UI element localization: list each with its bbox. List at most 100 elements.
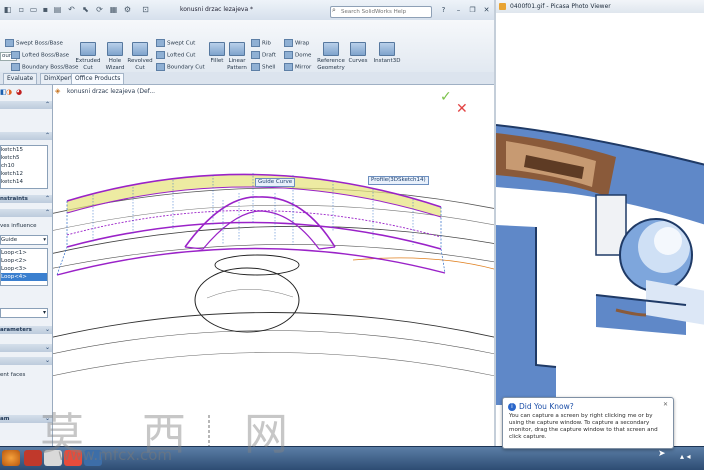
mouse-cursor-icon: ➤	[658, 449, 666, 459]
chevron-down-icon: ⌄	[44, 326, 50, 333]
options-select[interactable]: ▾	[0, 308, 48, 318]
open-file-icon[interactable]: ▭	[28, 4, 39, 16]
config-manager-icon[interactable]: ◕	[16, 88, 22, 96]
profile-callout[interactable]: Profile(3DSketch14)	[368, 176, 429, 185]
boundary-boss-button[interactable]: Boundary Boss/Base	[11, 63, 78, 72]
instant3d-button[interactable]: Instant3D	[372, 42, 402, 65]
tray-icons[interactable]: ▴ ◂	[680, 452, 691, 461]
swept-cut-button[interactable]: Swept Cut	[156, 39, 195, 48]
list-item[interactable]: ketch5	[1, 154, 47, 162]
linear-pattern-icon	[229, 42, 245, 56]
draft-button[interactable]: Draft	[251, 51, 276, 60]
picasa-app-icon	[499, 3, 506, 10]
pm-header-collapse[interactable]: ⌃	[0, 101, 52, 109]
list-item[interactable]: Loop<1>	[1, 249, 47, 257]
wrap-button[interactable]: Wrap	[284, 39, 309, 48]
guide-curve-callout[interactable]: Guide Curve	[255, 178, 296, 187]
save-icon[interactable]: ▪	[40, 4, 51, 16]
guide-curves-listbox[interactable]: Loop<1> Loop<2> Loop<3> Loop<4>	[0, 248, 48, 286]
close-icon[interactable]: ✕	[663, 401, 668, 408]
tab-evaluate[interactable]: Evaluate	[3, 73, 38, 84]
swept-boss-icon	[5, 39, 14, 47]
options-icon[interactable]: ⚙	[122, 4, 133, 16]
new-file-icon[interactable]: ▫	[16, 4, 27, 16]
notification-body: You can capture a screen by right clicki…	[509, 413, 658, 440]
tab-office-products[interactable]: Office Products	[71, 73, 125, 84]
boundary-cut-icon	[156, 63, 165, 71]
shell-button[interactable]: Shell	[251, 63, 275, 72]
help-search-input[interactable]	[341, 7, 421, 17]
document-title: konusni drzac lezajeva *	[180, 6, 254, 13]
search-icon: ⌕	[332, 6, 336, 14]
notification-title: Did You Know?	[519, 402, 574, 411]
guide-curves-influence-label: ves influence	[0, 223, 37, 229]
pm-header-options[interactable]: ⌄	[0, 344, 52, 352]
minimize-button[interactable]: –	[452, 5, 465, 15]
bearing-image[interactable]	[496, 105, 704, 405]
swept-boss-button[interactable]: Swept Boss/Base	[5, 39, 63, 48]
dome-icon	[284, 51, 293, 59]
pm-header-profiles[interactable]: ⌃	[0, 132, 52, 140]
mirror-button[interactable]: Mirror	[284, 63, 311, 72]
start-button[interactable]	[2, 450, 20, 466]
hole-wizard-button[interactable]: Hole Wizard	[101, 42, 129, 71]
pm-header-parameters[interactable]: arameters ⌄	[0, 326, 52, 334]
file-properties-icon[interactable]: ▦	[108, 4, 119, 16]
window-icon[interactable]: ⊡	[140, 4, 151, 16]
rib-button[interactable]: Rib	[251, 39, 271, 48]
shell-icon	[251, 63, 260, 71]
picasa-window-title: 0400f01.gif - Picasa Photo Viewer	[510, 3, 611, 10]
extruded-cut-button[interactable]: Extruded Cut	[74, 42, 102, 71]
dome-button[interactable]: Dome	[284, 51, 311, 60]
swept-cut-icon	[156, 39, 165, 47]
linear-pattern-button[interactable]: Linear Pattern	[224, 42, 250, 71]
solidworks-title-bar: ◧ ▫ ▭ ▪ ▤ ↶ ⬉ ⟳ ▦ ⚙ ⊡ konusni drzac leza…	[0, 0, 494, 21]
reference-geometry-button[interactable]: Reference Geometry	[314, 42, 348, 71]
info-icon: i	[508, 403, 516, 411]
picasa-toolbar-area	[496, 13, 704, 105]
boundary-cut-button[interactable]: Boundary Cut	[156, 63, 205, 72]
rib-icon	[251, 39, 260, 47]
features-ribbon: ount Swept Boss/Base Lofted Boss/Base Bo…	[0, 20, 494, 73]
list-item[interactable]: ketch12	[1, 170, 47, 178]
revolved-cut-icon	[132, 42, 148, 56]
rebuild-icon[interactable]: ⟳	[94, 4, 105, 16]
select-icon[interactable]: ⬉	[80, 4, 91, 16]
profiles-listbox[interactable]: ketch15 ketch5 ch10 ketch12 ketch14	[0, 145, 48, 189]
curves-icon	[350, 42, 366, 56]
list-item[interactable]: ketch15	[1, 146, 47, 154]
command-manager-tabs: Evaluate DimXpert Office Products	[0, 72, 494, 85]
instant3d-icon	[379, 42, 395, 56]
print-icon[interactable]: ▤	[52, 4, 63, 16]
lofted-cut-button[interactable]: Lofted Cut	[156, 51, 195, 60]
revolved-cut-button[interactable]: Revolved Cut	[126, 42, 154, 71]
lofted-boss-icon	[11, 51, 20, 59]
chevron-down-icon: ▾	[42, 309, 46, 316]
chevron-up-icon: ⌃	[44, 195, 50, 202]
list-item[interactable]: Loop<3>	[1, 265, 47, 273]
help-search-box[interactable]: ⌕	[330, 6, 432, 18]
boundary-boss-icon	[11, 63, 20, 71]
pm-header-constraints[interactable]: nstraints ⌃	[0, 195, 52, 203]
chevron-up-icon: ⌃	[44, 132, 50, 139]
undo-icon[interactable]: ↶	[66, 4, 77, 16]
notification-balloon[interactable]: i Did You Know? ✕ You can capture a scre…	[502, 397, 674, 449]
guide-influence-select[interactable]: Guide ▾	[0, 235, 48, 245]
reference-geometry-icon	[323, 42, 339, 56]
list-item[interactable]: Loop<2>	[1, 257, 47, 265]
property-manager-icon[interactable]: ◑	[6, 88, 12, 96]
help-dropdown-icon[interactable]: ?	[437, 5, 450, 15]
restore-button[interactable]: ❐	[466, 5, 479, 15]
watermark-url: www.mfcx.com	[58, 446, 173, 464]
draft-icon	[251, 51, 260, 59]
list-item[interactable]: ketch14	[1, 178, 47, 186]
curves-button[interactable]: Curves	[345, 42, 371, 65]
list-item[interactable]: Loop<4>	[1, 273, 47, 281]
sw-logo-icon[interactable]: ◧	[2, 4, 13, 16]
pm-header-guide-curves[interactable]: ⌃	[0, 209, 52, 217]
list-item[interactable]: ch10	[1, 162, 47, 170]
close-button[interactable]: ✕	[480, 5, 493, 15]
pm-header-faces[interactable]: ⌄	[0, 357, 52, 365]
chevron-down-icon: ⌄	[44, 357, 50, 364]
lofted-boss-button[interactable]: Lofted Boss/Base	[11, 51, 69, 60]
